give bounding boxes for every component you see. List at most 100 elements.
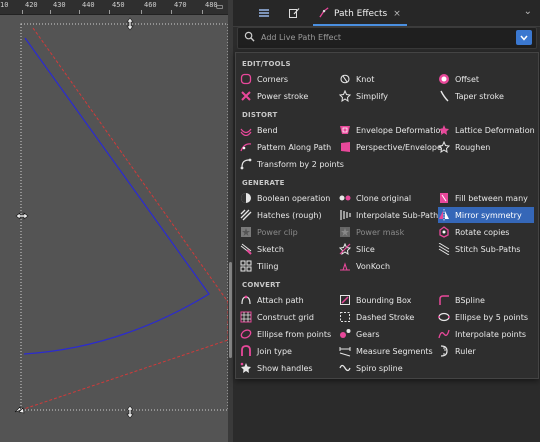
effect-item-knot[interactable]: Knot: [339, 71, 433, 87]
effect-item-ellipse-5pts[interactable]: Ellipse by 5 points: [438, 309, 534, 325]
effect-label: Rotate copies: [455, 227, 510, 237]
effect-label: Tiling: [257, 261, 279, 271]
effect-item-gears[interactable]: Gears: [339, 326, 433, 342]
effect-item-tiling[interactable]: Tiling: [240, 258, 334, 274]
effect-label: Corners: [257, 74, 289, 84]
effect-item-ruler[interactable]: Ruler: [438, 343, 534, 359]
hatches-icon: [240, 209, 252, 221]
effect-item-ellipse-from-points[interactable]: Ellipse from points: [240, 326, 334, 342]
effect-label: Gears: [356, 329, 380, 339]
effect-item-boolean[interactable]: Boolean operation: [240, 190, 334, 206]
effect-item-slice[interactable]: Slice: [339, 241, 433, 257]
vertical-scrollbar[interactable]: [229, 262, 232, 358]
category-title: DISTORT: [242, 111, 278, 119]
effect-item-vonkoch[interactable]: VonKoch: [339, 258, 433, 274]
red-path-outline: [20, 27, 228, 411]
ellipse-5pts-icon: [438, 311, 450, 323]
effect-item-taper-stroke[interactable]: Taper stroke: [438, 88, 534, 104]
horizontal-ruler: 10 420 430 440 450 460 470 480 ▭: [0, 0, 228, 15]
effect-item-interpolate-points[interactable]: Interpolate points: [438, 326, 534, 342]
effect-label: Roughen: [455, 142, 491, 152]
effect-label: Measure Segments: [356, 346, 433, 356]
layers-icon[interactable]: [253, 5, 275, 21]
dropdown-button[interactable]: [516, 30, 532, 45]
effect-item-power-stroke[interactable]: Power stroke: [240, 88, 334, 104]
measure-segments-icon: [339, 345, 351, 357]
effect-label: Boolean operation: [257, 193, 331, 203]
effect-item-transform-2pts[interactable]: Transform by 2 points: [240, 156, 344, 172]
effect-item-mirror-symmetry[interactable]: Mirror symmetry: [438, 207, 534, 223]
effect-label: Transform by 2 points: [257, 159, 344, 169]
effect-item-stitch[interactable]: Stitch Sub-Paths: [438, 241, 534, 257]
effect-item-simplify[interactable]: Simplify: [339, 88, 433, 104]
effect-item-interpolate-subpaths[interactable]: Interpolate Sub-Paths: [339, 207, 442, 223]
join-type-icon: [240, 345, 252, 357]
effect-item-bounding-box[interactable]: Bounding Box: [339, 292, 433, 308]
tab-label: Path Effects: [334, 9, 388, 19]
effect-item-power-mask[interactable]: Power mask: [339, 224, 433, 240]
sketch-icon: [240, 243, 252, 255]
effect-item-sketch[interactable]: Sketch: [240, 241, 334, 257]
effect-item-envelope[interactable]: Envelope Deformation: [339, 122, 445, 138]
canvas-area[interactable]: 10 420 430 440 450 460 470 480 ▭: [0, 0, 232, 442]
edit-icon[interactable]: [283, 5, 305, 21]
effect-item-join-type[interactable]: Join type: [240, 343, 334, 359]
chevron-down-icon: [520, 35, 528, 41]
interpolate-subpaths-icon: [339, 209, 351, 221]
corners-icon: [240, 73, 252, 85]
effect-item-fill-between[interactable]: Fill between many: [438, 190, 534, 206]
envelope-icon: [339, 124, 351, 136]
effect-label: Ellipse from points: [257, 329, 332, 339]
effect-item-bend[interactable]: Bend: [240, 122, 334, 138]
effect-item-roughen[interactable]: Roughen: [438, 139, 534, 155]
ruler-label: 430: [53, 1, 66, 9]
search-input[interactable]: [261, 29, 501, 46]
effect-item-measure-segments[interactable]: Measure Segments: [339, 343, 433, 359]
power-mask-icon: [339, 226, 351, 238]
effect-item-rotate-copies[interactable]: Rotate copies: [438, 224, 534, 240]
effect-label: Envelope Deformation: [356, 125, 446, 135]
effect-label: Offset: [455, 74, 480, 84]
effect-item-corners[interactable]: Corners: [240, 71, 334, 87]
effect-item-bspline[interactable]: BSpline: [438, 292, 534, 308]
effect-label: Stitch Sub-Paths: [455, 244, 521, 254]
ruler-icon: [438, 345, 450, 357]
effect-label: Simplify: [356, 91, 389, 101]
power-stroke-icon: [240, 90, 252, 102]
effect-item-hatches[interactable]: Hatches (rough): [240, 207, 334, 223]
effect-item-pattern-along-path[interactable]: Pattern Along Path: [240, 139, 334, 155]
tiling-icon: [240, 260, 252, 272]
chevron-down-icon[interactable]: ⌄: [524, 6, 532, 17]
effect-item-construct-grid[interactable]: Construct grid: [240, 309, 334, 325]
path-effects-icon: [319, 7, 330, 21]
power-clip-icon: [240, 226, 252, 238]
attach-path-icon: [240, 294, 252, 306]
effect-label: Perspective/Envelope: [356, 142, 442, 152]
canvas-drawing[interactable]: [0, 0, 228, 442]
transform-handles[interactable]: [14, 17, 134, 419]
ruler-label: 420: [25, 1, 38, 9]
offset-icon: [438, 73, 450, 85]
close-icon[interactable]: ×: [393, 9, 401, 19]
effect-item-spiro-spline[interactable]: Spiro spline: [339, 360, 433, 376]
effect-label: Construct grid: [257, 312, 314, 322]
effect-label: Power stroke: [257, 91, 309, 101]
effect-item-clone-original[interactable]: Clone original: [339, 190, 433, 206]
effect-label: Spiro spline: [356, 363, 403, 373]
display-icon[interactable]: ▭: [216, 2, 224, 11]
effect-item-power-clip[interactable]: Power clip: [240, 224, 334, 240]
effect-item-show-handles[interactable]: Show handles: [240, 360, 334, 376]
category-title: EDIT/TOOLS: [242, 60, 291, 68]
bounding-box-icon: [339, 294, 351, 306]
pattern-along-path-icon: [240, 141, 252, 153]
effect-item-lattice[interactable]: Lattice Deformation: [438, 122, 535, 138]
effect-item-attach-path[interactable]: Attach path: [240, 292, 334, 308]
effect-item-perspective[interactable]: Perspective/Envelope: [339, 139, 442, 155]
tab-path-effects[interactable]: Path Effects ×: [313, 4, 407, 26]
effect-item-dashed-stroke[interactable]: Dashed Stroke: [339, 309, 433, 325]
show-handles-icon: [240, 362, 252, 374]
effect-label: Lattice Deformation: [455, 125, 535, 135]
perspective-icon: [339, 141, 351, 153]
effect-item-offset[interactable]: Offset: [438, 71, 534, 87]
fill-between-icon: [438, 192, 450, 204]
